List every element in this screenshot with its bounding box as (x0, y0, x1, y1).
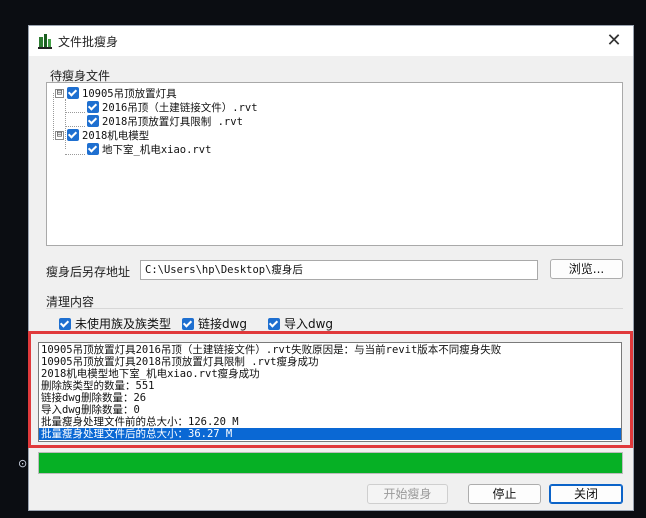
collapse-icon[interactable]: ⊟ (55, 88, 64, 98)
option-unused-families[interactable]: 未使用族及族类型 (59, 315, 171, 332)
checkbox-checked-icon[interactable] (59, 317, 71, 330)
title-bar: 文件批瘦身 ✕ (29, 26, 633, 56)
collapse-icon[interactable]: ⊟ (55, 130, 64, 140)
cleanup-divider (46, 308, 623, 309)
option-label: 导入dwg (284, 317, 334, 331)
tree-leaf-basement-rvt[interactable]: 地下室_机电xiao.rvt (87, 142, 211, 156)
result-log[interactable]: 10905吊顶放置灯具2016吊顶（土建链接文件）.rvt失败原因是：与当前re… (38, 342, 622, 442)
log-line: 2018机电模型地下室_机电xiao.rvt瘦身成功 (41, 368, 260, 380)
close-icon[interactable]: ✕ (603, 30, 625, 52)
stop-button[interactable]: 停止 (468, 484, 541, 504)
tree-node-label: 10905吊顶放置灯具 (82, 87, 177, 100)
progress-bar (38, 452, 623, 474)
log-line: 批量瘦身处理文件前的总大小：126.20 M (41, 416, 239, 428)
progress-fill (39, 453, 622, 473)
option-label: 链接dwg (198, 317, 248, 331)
log-line: 10905吊顶放置灯具2016吊顶（土建链接文件）.rvt失败原因是：与当前re… (41, 344, 502, 356)
tree-leaf-2016-rvt[interactable]: 2016吊顶（土建链接文件）.rvt (87, 100, 258, 114)
window-title: 文件批瘦身 (58, 35, 119, 49)
option-imported-dwg[interactable]: 导入dwg (268, 315, 333, 332)
checkbox-checked-icon[interactable] (67, 87, 79, 99)
save-path-input[interactable]: C:\Users\hp\Desktop\瘦身后 (140, 260, 538, 280)
tree-leaf-2018-rvt[interactable]: 2018吊顶放置灯具限制 .rvt (87, 114, 243, 128)
start-button[interactable]: 开始瘦身 (367, 484, 448, 504)
log-line: 10905吊顶放置灯具2018吊顶放置灯具限制 .rvt瘦身成功 (41, 356, 319, 368)
background-cursor-mark: ⊙ (18, 457, 28, 470)
save-path-label: 瘦身后另存地址 (46, 265, 131, 279)
option-label: 未使用族及族类型 (75, 317, 172, 331)
log-line-selected[interactable]: 批量瘦身处理文件后的总大小：36.27 M (39, 428, 621, 440)
log-line: 删除族类型的数量：551 (41, 380, 155, 392)
file-tree[interactable]: ⊟ 10905吊顶放置灯具 2016吊顶（土建链接文件）.rvt 2018吊顶放… (46, 82, 623, 246)
checkbox-checked-icon[interactable] (182, 317, 194, 330)
option-linked-dwg[interactable]: 链接dwg (182, 315, 247, 332)
batch-slim-dialog: 文件批瘦身 ✕ 待瘦身文件 ⊟ 10905吊顶放置灯具 2016吊顶（土建链接文… (28, 25, 634, 511)
log-line: 链接dwg删除数量：26 (41, 392, 147, 404)
tree-node-2018-mep[interactable]: ⊟ 2018机电模型 (55, 128, 149, 142)
checkbox-checked-icon[interactable] (87, 115, 99, 127)
tree-node-label: 2018机电模型 (82, 129, 150, 142)
checkbox-checked-icon[interactable] (268, 317, 280, 330)
log-line: 导入dwg删除数量：0 (41, 404, 140, 416)
close-button[interactable]: 关闭 (549, 484, 623, 504)
checkbox-checked-icon[interactable] (87, 101, 99, 113)
checkbox-checked-icon[interactable] (67, 129, 79, 141)
browse-button[interactable]: 浏览... (550, 259, 623, 279)
tree-leaf-label: 地下室_机电xiao.rvt (102, 143, 212, 156)
tree-leaf-label: 2016吊顶（土建链接文件）.rvt (102, 101, 258, 114)
tree-leaf-label: 2018吊顶放置灯具限制 .rvt (102, 115, 243, 128)
checkbox-checked-icon[interactable] (87, 143, 99, 155)
app-icon (38, 34, 52, 49)
tree-node-10905[interactable]: ⊟ 10905吊顶放置灯具 (55, 86, 177, 100)
